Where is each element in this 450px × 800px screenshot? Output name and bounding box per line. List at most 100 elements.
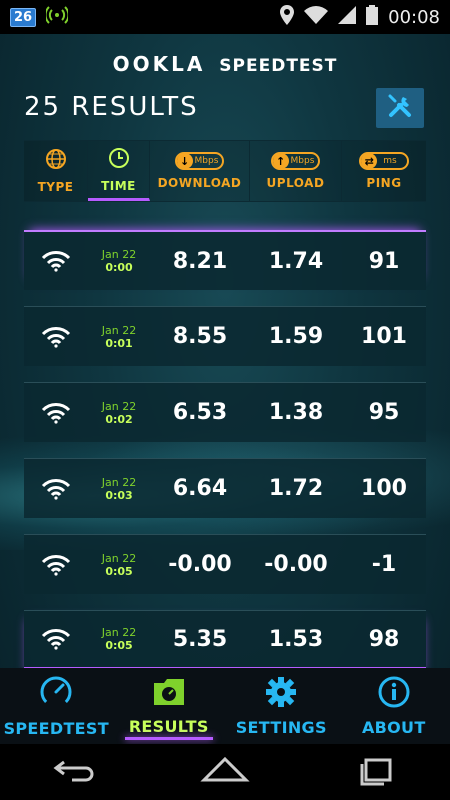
nav-speedtest-label: SPEEDTEST — [3, 718, 109, 738]
bottom-nav: SPEEDTEST RESULTS SETTINGS ABOUT — [0, 668, 450, 744]
speedtest-app: 26 00:08 OOKLA SPEEDTEST 25 RESULTS TYPE… — [0, 0, 450, 800]
result-upload: 1.53 — [268, 626, 324, 652]
globe-icon — [45, 148, 67, 174]
status-right: 00:08 — [280, 5, 440, 29]
column-type-label: TYPE — [37, 180, 74, 194]
result-time: Jan 22 0:05 — [88, 626, 150, 652]
result-download: 6.53 — [172, 400, 228, 425]
swap-arrows-icon: ⇄ — [361, 153, 378, 169]
table-row[interactable]: Jan 22 0:03 6.64 1.72 100 — [24, 458, 426, 518]
result-ping: 101 — [361, 324, 407, 349]
result-download: 6.64 — [172, 476, 228, 501]
status-bar: 26 00:08 — [0, 0, 450, 34]
result-time: Jan 22 0:02 — [88, 400, 150, 426]
table-row[interactable]: Jan 22 0:01 8.55 1.59 101 — [24, 306, 426, 366]
column-download-label: DOWNLOAD — [157, 176, 242, 190]
result-upload: -0.00 — [264, 552, 328, 577]
result-time: Jan 22 0:03 — [88, 476, 150, 502]
wifi-icon — [24, 402, 88, 424]
result-date: Jan 22 — [101, 475, 137, 489]
ping-unit: ms — [383, 156, 397, 166]
status-left: 26 — [10, 4, 70, 30]
tools-icon — [387, 93, 413, 123]
nav-results[interactable]: RESULTS — [113, 668, 226, 744]
result-time: Jan 22 0:05 — [88, 552, 150, 578]
wifi-icon — [24, 250, 88, 272]
result-ping: 100 — [361, 476, 407, 501]
folder-icon — [152, 677, 186, 711]
result-date: Jan 22 — [101, 248, 137, 261]
column-upload[interactable]: ↑ Mbps UPLOAD — [250, 141, 342, 201]
result-upload: 1.72 — [268, 476, 324, 501]
result-clock: 0:05 — [105, 639, 133, 652]
wifi-icon — [24, 478, 88, 500]
table-row[interactable]: Jan 22 0:02 6.53 1.38 95 — [24, 382, 426, 442]
arrow-down-icon: ↓ — [176, 153, 193, 169]
result-date: Jan 22 — [101, 551, 137, 565]
notification-badge: 26 — [10, 7, 37, 27]
column-ping-label: PING — [366, 176, 402, 190]
results-list: Jan 22 0:00 8.21 1.74 91 Jan 22 0:01 8.5… — [24, 230, 426, 686]
column-upload-label: UPLOAD — [266, 176, 325, 190]
brand-ookla: OOKLA — [112, 52, 206, 76]
result-ping: 91 — [368, 248, 400, 274]
nav-settings-label: SETTINGS — [235, 717, 327, 737]
result-clock: 0:01 — [105, 336, 133, 350]
column-ping[interactable]: ⇄ ms PING — [342, 141, 426, 201]
nav-results-label: RESULTS — [128, 716, 209, 736]
result-ping: 95 — [368, 400, 400, 425]
result-upload: 1.38 — [268, 400, 324, 425]
table-row[interactable]: Jan 22 0:05 -0.00 -0.00 -1 — [24, 534, 426, 594]
app-logo: OOKLA SPEEDTEST — [0, 52, 450, 76]
result-download: 8.55 — [172, 324, 228, 349]
recents-icon[interactable] — [354, 754, 398, 790]
clock-icon — [108, 147, 130, 173]
clock: 00:08 — [388, 6, 440, 28]
brand-speedtest: SPEEDTEST — [219, 56, 338, 76]
column-download[interactable]: ↓ Mbps DOWNLOAD — [150, 141, 250, 201]
wifi-icon — [304, 6, 329, 28]
wifi-signal-icon — [44, 4, 70, 30]
result-date: Jan 22 — [101, 399, 137, 413]
result-ping: 98 — [368, 626, 400, 652]
table-row[interactable]: Jan 22 0:00 8.21 1.74 91 — [24, 230, 426, 290]
nav-about[interactable]: ABOUT — [338, 668, 450, 744]
nav-about-label: ABOUT — [361, 717, 426, 737]
home-icon[interactable] — [200, 756, 250, 788]
battery-icon — [366, 5, 379, 29]
column-type[interactable]: TYPE — [24, 141, 88, 201]
result-date: Jan 22 — [101, 323, 137, 337]
system-nav-bar — [0, 744, 450, 800]
nav-settings[interactable]: SETTINGS — [225, 668, 338, 744]
column-time-label: TIME — [101, 178, 136, 193]
upload-unit-pill: ↑ Mbps — [270, 152, 321, 170]
result-clock: 0:05 — [105, 564, 133, 578]
back-icon[interactable] — [52, 756, 96, 788]
location-icon — [280, 5, 295, 29]
wifi-icon — [24, 628, 88, 650]
upload-unit: Mbps — [290, 156, 315, 166]
result-upload: 1.74 — [268, 248, 324, 274]
column-time[interactable]: TIME — [88, 141, 150, 201]
download-unit-pill: ↓ Mbps — [174, 152, 225, 170]
wifi-icon — [24, 554, 88, 576]
result-upload: 1.59 — [268, 324, 324, 349]
result-clock: 0:03 — [105, 488, 133, 502]
results-column-header: TYPE TIME ↓ Mbps DOWNLOAD ↑ Mbps UPLOAD … — [24, 140, 426, 202]
tools-button[interactable] — [376, 88, 424, 128]
result-download: -0.00 — [168, 552, 232, 577]
gear-icon — [265, 676, 297, 712]
result-download: 8.21 — [172, 248, 228, 274]
result-time: Jan 22 0:01 — [88, 324, 150, 350]
nav-speedtest[interactable]: SPEEDTEST — [0, 668, 113, 744]
download-unit: Mbps — [194, 156, 219, 166]
ping-unit-pill: ⇄ ms — [359, 152, 409, 170]
table-row[interactable]: Jan 22 0:05 5.35 1.53 98 — [24, 610, 426, 670]
result-clock: 0:02 — [105, 412, 133, 426]
wifi-icon — [24, 326, 88, 348]
cell-signal-icon — [338, 6, 357, 28]
result-download: 5.35 — [172, 626, 228, 652]
result-date: Jan 22 — [101, 626, 137, 639]
result-clock: 0:00 — [105, 261, 133, 274]
info-icon — [378, 676, 410, 712]
